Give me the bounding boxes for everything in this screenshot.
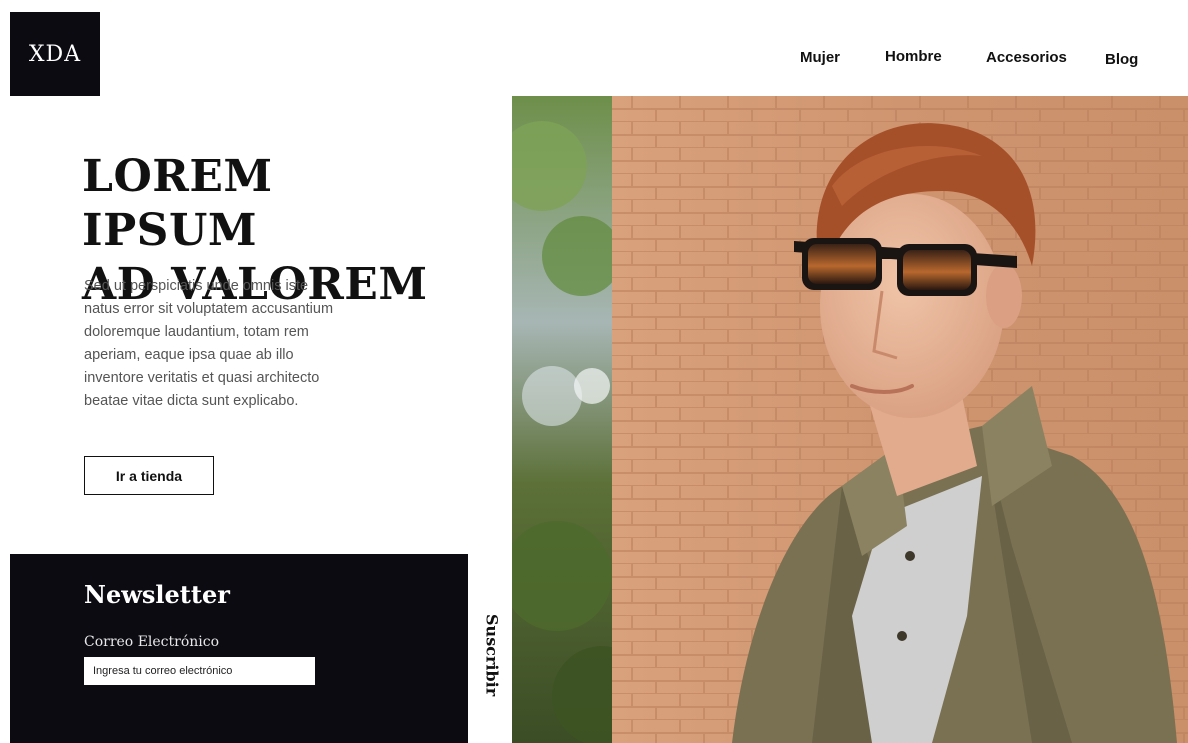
nav-link-blog[interactable]: Blog: [1105, 51, 1138, 68]
hero-description: Sed ut perspiciatis unde omnis iste natu…: [84, 278, 334, 409]
hero-photo-illustration: [512, 96, 1188, 743]
email-label: Correo Electrónico: [84, 634, 220, 650]
shop-button[interactable]: Ir a tienda: [84, 456, 214, 495]
newsletter-panel: Newsletter Correo Electrónico: [10, 554, 468, 743]
hero-photo: [512, 96, 1188, 743]
brand-logo[interactable]: XDA: [10, 12, 100, 96]
nav-link-accesorios[interactable]: Accesorios: [986, 49, 1067, 66]
nav-link-hombre[interactable]: Hombre: [885, 48, 942, 65]
brand-logo-text: XDA: [28, 41, 82, 67]
subscribe-button[interactable]: Suscribir: [480, 614, 504, 696]
newsletter-title: Newsletter: [84, 580, 230, 609]
nav-link-mujer[interactable]: Mujer: [800, 49, 840, 66]
main-nav: Mujer Hombre Accesorios Blog: [688, 48, 1188, 72]
email-input[interactable]: [84, 657, 315, 685]
hero-title-line-1: LOREM IPSUM: [82, 151, 273, 256]
